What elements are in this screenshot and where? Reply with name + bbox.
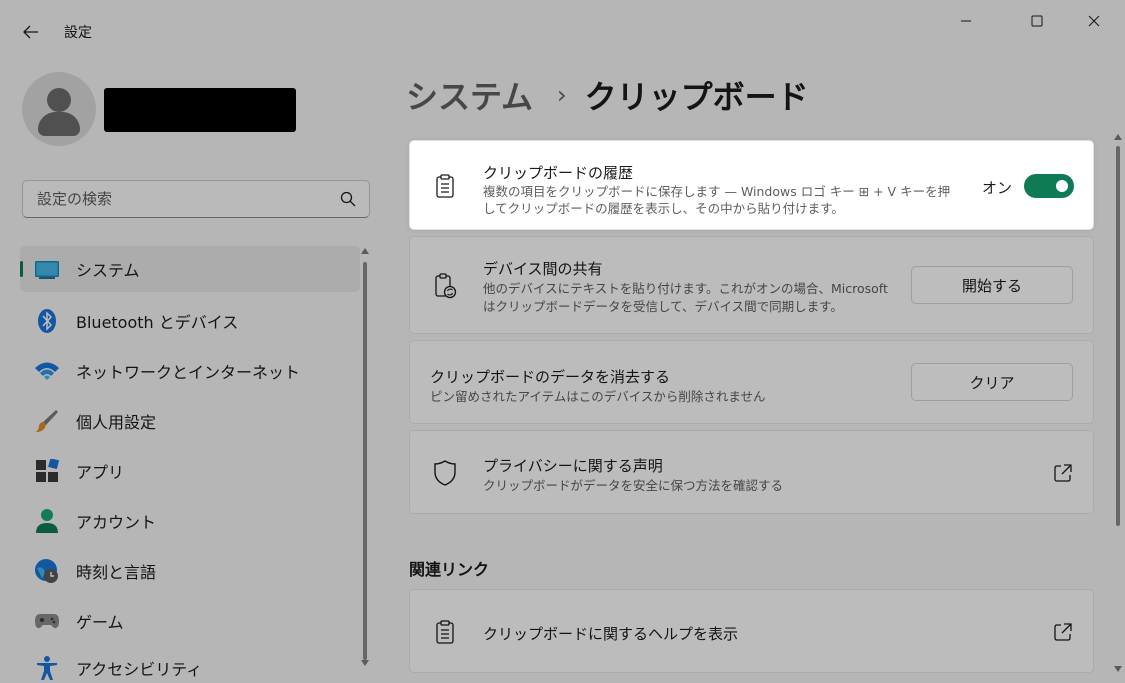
- main-scrollbar[interactable]: [1112, 134, 1124, 679]
- external-link-icon: [1054, 623, 1072, 641]
- scrollbar-thumb[interactable]: [1116, 146, 1120, 526]
- arrow-left-icon: [23, 25, 38, 39]
- title-bar: 設定: [0, 0, 1125, 64]
- minimize-icon: [961, 20, 971, 22]
- avatar-head-shape: [47, 88, 71, 112]
- maximize-icon: [1031, 15, 1043, 27]
- sidebar-item-time-language[interactable]: 時刻と言語: [20, 546, 360, 596]
- card-description-line-1: 複数の項目をクリップボードに保存します — Windows ロゴ キー ⊞ + …: [483, 184, 951, 199]
- search-icon[interactable]: [339, 190, 357, 208]
- close-button[interactable]: [1071, 6, 1117, 36]
- close-icon: [1088, 15, 1100, 27]
- clipboard-list-icon: [432, 619, 458, 645]
- related-links-heading: 関連リンク: [409, 560, 490, 579]
- search-box: [22, 180, 370, 218]
- sidebar-scrollbar[interactable]: [359, 248, 371, 672]
- sidebar-item-label: アクセシビリティ: [76, 660, 203, 679]
- brush-icon: [34, 408, 60, 434]
- sidebar-item-personalization[interactable]: 個人用設定: [20, 396, 360, 446]
- scroll-down-arrow-icon[interactable]: [1114, 666, 1122, 672]
- sidebar-item-accessibility[interactable]: アクセシビリティ: [20, 646, 360, 683]
- breadcrumb-parent[interactable]: システム: [406, 72, 533, 118]
- sidebar-item-label: 時刻と言語: [76, 563, 157, 582]
- bluetooth-icon: [34, 308, 60, 334]
- clear-button[interactable]: クリア: [911, 363, 1073, 401]
- sidebar-item-label: 個人用設定: [76, 413, 157, 432]
- scrollbar-thumb[interactable]: [363, 262, 367, 660]
- avatar-body-shape: [38, 112, 80, 136]
- breadcrumb-separator: ›: [557, 81, 567, 109]
- card-title: プライバシーに関する声明: [483, 457, 663, 475]
- settings-window: 設定 システム Bluetoot: [0, 0, 1125, 683]
- monitor-icon: [34, 256, 60, 282]
- sidebar-item-label: アプリ: [76, 463, 125, 482]
- search-input[interactable]: [23, 181, 323, 217]
- app-title: 設定: [64, 25, 92, 41]
- card-title: クリップボードに関するヘルプを表示: [483, 625, 739, 643]
- sidebar-item-label: ゲーム: [76, 613, 124, 632]
- breadcrumb: システム › クリップボード: [406, 72, 809, 118]
- card-description: ピン留めされたアイテムはこのデバイスから削除されません: [430, 389, 766, 404]
- page-title: クリップボード: [584, 78, 809, 116]
- card-clear-data: クリップボードのデータを消去する ピン留めされたアイテムはこのデバイスから削除さ…: [409, 340, 1094, 424]
- avatar[interactable]: [22, 72, 96, 146]
- sidebar-item-bluetooth[interactable]: Bluetooth とデバイス: [20, 296, 360, 346]
- scroll-down-arrow-icon[interactable]: [361, 660, 369, 666]
- back-button[interactable]: [16, 18, 46, 46]
- card-privacy-statement[interactable]: プライバシーに関する声明 クリップボードがデータを安全に保つ方法を確認する: [409, 430, 1094, 514]
- card-sync-devices: デバイス間の共有 他のデバイスにテキストを貼り付けます。これがオンの場合、Mic…: [409, 236, 1094, 334]
- card-description-line-2: はクリップボードデータを受信して、デバイス間で同期します。: [483, 299, 843, 314]
- card-description-line-1: 他のデバイスにテキストを貼り付けます。これがオンの場合、Microsoft: [483, 281, 888, 296]
- focus-container: クリップボードの履歴 複数の項目をクリップボードに保存します — Windows…: [409, 140, 1094, 230]
- card-description: クリップボードがデータを安全に保つ方法を確認する: [483, 478, 784, 493]
- apps-icon: [34, 458, 60, 484]
- card-title: デバイス間の共有: [483, 260, 603, 278]
- start-button[interactable]: 開始する: [911, 266, 1073, 304]
- toggle-state-label: オン: [982, 179, 1013, 197]
- sidebar-item-gaming[interactable]: ゲーム: [20, 596, 360, 646]
- clipboard-list-icon: [432, 173, 458, 199]
- card-description-line-2: してクリップボードの履歴を表示し、その中から貼り付けます。: [483, 201, 844, 216]
- scroll-up-arrow-icon[interactable]: [1114, 134, 1122, 140]
- clipboard-history-toggle[interactable]: [1024, 174, 1074, 198]
- sidebar-nav: システム Bluetooth とデバイス ネットワークとインターネット 個人用設…: [20, 246, 360, 683]
- card-clipboard-history: クリップボードの履歴 複数の項目をクリップボードに保存します — Windows…: [409, 140, 1094, 230]
- toggle-knob: [1056, 180, 1068, 192]
- sidebar-item-label: ネットワークとインターネット: [76, 363, 301, 382]
- card-title: クリップボードの履歴: [483, 164, 634, 182]
- sidebar-item-label: システム: [76, 261, 140, 280]
- maximize-button[interactable]: [1014, 6, 1060, 36]
- sidebar-item-label: アカウント: [76, 513, 157, 532]
- gamepad-icon: [34, 608, 60, 634]
- wifi-icon: [34, 358, 60, 384]
- scroll-up-arrow-icon[interactable]: [361, 248, 369, 254]
- selection-indicator: [20, 261, 23, 277]
- sidebar-item-network[interactable]: ネットワークとインターネット: [20, 346, 360, 396]
- accessibility-icon: [34, 655, 60, 681]
- clipboard-sync-icon: [432, 273, 458, 299]
- shield-icon: [432, 460, 458, 486]
- account-icon: [34, 508, 60, 534]
- sidebar-item-apps[interactable]: アプリ: [20, 446, 360, 496]
- card-clipboard-help[interactable]: クリップボードに関するヘルプを表示: [409, 589, 1094, 673]
- sidebar-item-system[interactable]: システム: [20, 246, 360, 292]
- minimize-button[interactable]: [943, 6, 989, 36]
- redacted-user-name: [104, 88, 296, 132]
- sidebar-item-label: Bluetooth とデバイス: [76, 313, 239, 332]
- card-title: クリップボードのデータを消去する: [430, 368, 671, 386]
- external-link-icon: [1054, 464, 1072, 482]
- sidebar-item-accounts[interactable]: アカウント: [20, 496, 360, 546]
- globe-clock-icon: [34, 558, 60, 584]
